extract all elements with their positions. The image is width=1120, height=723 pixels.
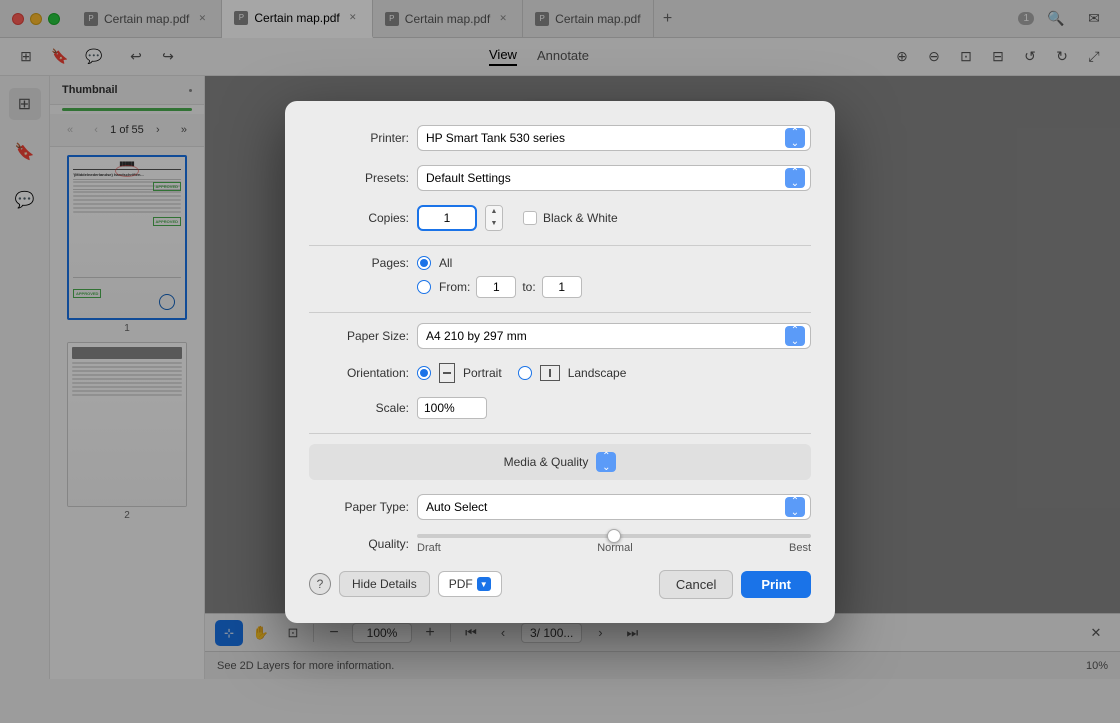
- printer-select[interactable]: HP Smart Tank 530 series: [417, 125, 811, 151]
- quality-thumb[interactable]: [607, 529, 621, 543]
- presets-select-wrapper: Default Settings ⌃⌄: [417, 165, 811, 191]
- from-input[interactable]: [476, 276, 516, 298]
- from-label: From:: [439, 280, 470, 294]
- copies-stepper: ▲ ▼: [485, 205, 503, 231]
- pages-row: Pages: All From: to:: [309, 256, 811, 298]
- bw-label: Black & White: [543, 211, 618, 225]
- paper-type-label: Paper Type:: [309, 500, 409, 514]
- printer-select-wrapper: HP Smart Tank 530 series ⌃⌄: [417, 125, 811, 151]
- printer-row: Printer: HP Smart Tank 530 series ⌃⌄: [309, 125, 811, 151]
- from-to-row: From: to:: [439, 276, 582, 298]
- to-input[interactable]: [542, 276, 582, 298]
- portrait-label: Portrait: [463, 366, 502, 380]
- media-quality-section[interactable]: Media & Quality ⌃⌄: [309, 444, 811, 480]
- pdf-arrow-icon: ▼: [477, 577, 491, 591]
- quality-slider-container: Draft Normal Best: [417, 534, 811, 554]
- paper-size-wrapper: A4 210 by 297 mm ⌃⌄: [417, 323, 811, 349]
- help-button[interactable]: ?: [309, 573, 331, 595]
- copies-input[interactable]: [417, 205, 477, 231]
- print-button[interactable]: Print: [741, 571, 811, 598]
- landscape-icon: [540, 365, 560, 381]
- copies-up-btn[interactable]: ▲: [486, 206, 502, 218]
- orientation-label: Orientation:: [309, 366, 409, 380]
- quality-track: [417, 534, 811, 538]
- orientation-options: Portrait Landscape: [417, 363, 811, 383]
- quality-labels: Draft Normal Best: [417, 542, 811, 554]
- bw-checkbox-label: Black & White: [523, 211, 618, 225]
- pages-range-radio[interactable]: [417, 280, 431, 294]
- media-quality-arrow: ⌃⌄: [596, 452, 616, 472]
- landscape-radio[interactable]: [518, 366, 532, 380]
- presets-row: Presets: Default Settings ⌃⌄: [309, 165, 811, 191]
- pages-all-radio[interactable]: [417, 256, 431, 270]
- copies-row: Copies: ▲ ▼ Black & White: [309, 205, 811, 231]
- app-window: P Certain map.pdf ✕ P Certain map.pdf ✕ …: [0, 0, 1120, 723]
- print-dialog: Printer: HP Smart Tank 530 series ⌃⌄ Pre…: [285, 101, 835, 623]
- printer-label: Printer:: [309, 131, 409, 145]
- quality-best: Best: [789, 542, 811, 554]
- pages-radio-group: All From: to:: [417, 256, 811, 298]
- paper-size-label: Paper Size:: [309, 329, 409, 343]
- pages-all-option: All: [417, 256, 811, 270]
- portrait-option: Portrait: [417, 363, 502, 383]
- quality-normal: Normal: [597, 542, 632, 554]
- scale-input[interactable]: [417, 397, 487, 419]
- paper-type-row: Paper Type: Auto Select ⌃⌄: [309, 494, 811, 520]
- cancel-button[interactable]: Cancel: [659, 570, 733, 599]
- scale-label: Scale:: [309, 401, 409, 415]
- scale-row: Scale:: [309, 397, 811, 419]
- paper-type-select[interactable]: Auto Select: [417, 494, 811, 520]
- paper-size-row: Paper Size: A4 210 by 297 mm ⌃⌄: [309, 323, 811, 349]
- copies-label: Copies:: [309, 211, 409, 225]
- to-label: to:: [522, 280, 535, 294]
- portrait-icon: [439, 363, 455, 383]
- pdf-button[interactable]: PDF ▼: [438, 571, 502, 597]
- pages-label: Pages:: [309, 256, 409, 270]
- divider-1: [309, 245, 811, 246]
- pdf-btn-label: PDF: [449, 577, 473, 591]
- quality-draft: Draft: [417, 542, 441, 554]
- divider-3: [309, 433, 811, 434]
- landscape-option: Landscape: [518, 365, 627, 381]
- pages-all-label: All: [439, 256, 452, 270]
- presets-select[interactable]: Default Settings: [417, 165, 811, 191]
- hide-details-button[interactable]: Hide Details: [339, 571, 430, 597]
- paper-size-select[interactable]: A4 210 by 297 mm: [417, 323, 811, 349]
- divider-2: [309, 312, 811, 313]
- dialog-overlay: Printer: HP Smart Tank 530 series ⌃⌄ Pre…: [0, 0, 1120, 723]
- presets-label: Presets:: [309, 171, 409, 185]
- orientation-row: Orientation: Portrait Land: [309, 363, 811, 383]
- paper-type-wrapper: Auto Select ⌃⌄: [417, 494, 811, 520]
- bw-checkbox[interactable]: [523, 211, 537, 225]
- copies-down-btn[interactable]: ▼: [486, 218, 502, 230]
- quality-row: Quality: Draft Normal Best: [309, 534, 811, 554]
- quality-label: Quality:: [309, 537, 409, 551]
- portrait-radio[interactable]: [417, 366, 431, 380]
- dialog-footer: ? Hide Details PDF ▼ Cancel Print: [309, 570, 811, 599]
- media-quality-label: Media & Quality: [504, 455, 589, 469]
- pages-range-option: From: to:: [417, 276, 811, 298]
- landscape-label: Landscape: [568, 366, 627, 380]
